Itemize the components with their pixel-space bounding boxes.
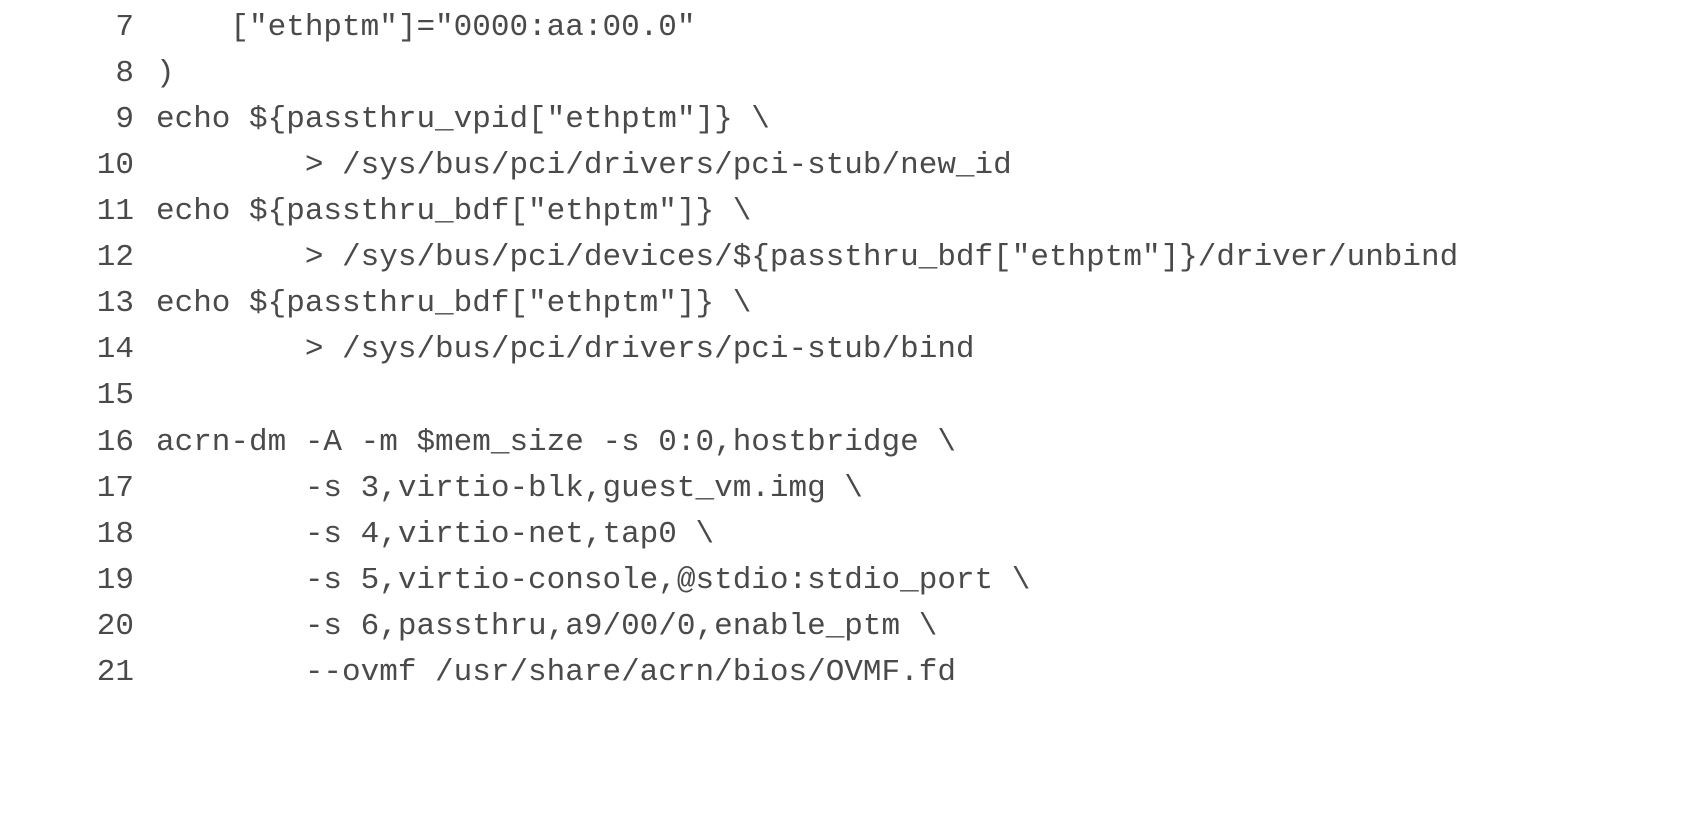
code-line: 13 echo ${passthru_bdf["ethptm"]} \ [0,281,1705,327]
line-code: -s 6,passthru,a9/00/0,enable_ptm \ [156,609,938,644]
code-line: 12 > /sys/bus/pci/devices/${passthru_bdf… [0,235,1705,281]
line-number: 11 [96,194,134,229]
line-number: 20 [96,609,134,644]
code-line: 15 [0,373,1705,419]
line-code: > /sys/bus/pci/drivers/pci-stub/new_id [156,148,1012,183]
line-number: 16 [96,425,134,460]
line-code: echo ${passthru_bdf["ethptm"]} \ [156,286,752,321]
line-number: 12 [96,240,134,275]
code-line: 14 > /sys/bus/pci/drivers/pci-stub/bind [0,327,1705,373]
line-number: 9 [115,102,134,137]
code-listing: 7 ["ethptm"]="0000:aa:00.0" 8 ) 9 echo $… [0,0,1705,699]
line-code: --ovmf /usr/share/acrn/bios/OVMF.fd [156,655,956,690]
code-line: 18 -s 4,virtio-net,tap0 \ [0,512,1705,558]
code-line: 16 acrn-dm -A -m $mem_size -s 0:0,hostbr… [0,420,1705,466]
line-code: acrn-dm -A -m $mem_size -s 0:0,hostbridg… [156,425,956,460]
code-line: 7 ["ethptm"]="0000:aa:00.0" [0,5,1705,51]
line-number: 14 [96,332,134,367]
line-code: ["ethptm"]="0000:aa:00.0" [156,10,696,45]
code-line: 17 -s 3,virtio-blk,guest_vm.img \ [0,466,1705,512]
line-number: 10 [96,148,134,183]
code-line: 19 -s 5,virtio-console,@stdio:stdio_port… [0,558,1705,604]
line-code: -s 3,virtio-blk,guest_vm.img \ [156,471,863,506]
line-code: -s 4,virtio-net,tap0 \ [156,517,715,552]
line-number: 15 [96,378,134,413]
line-code: echo ${passthru_bdf["ethptm"]} \ [156,194,752,229]
code-line: 21 --ovmf /usr/share/acrn/bios/OVMF.fd [0,650,1705,696]
line-code: -s 5,virtio-console,@stdio:stdio_port \ [156,563,1031,598]
line-number: 8 [115,56,134,91]
line-code: > /sys/bus/pci/devices/${passthru_bdf["e… [156,240,1459,275]
code-line: 11 echo ${passthru_bdf["ethptm"]} \ [0,189,1705,235]
line-number: 18 [96,517,134,552]
line-code: > /sys/bus/pci/drivers/pci-stub/bind [156,332,975,367]
code-line: 9 echo ${passthru_vpid["ethptm"]} \ [0,97,1705,143]
line-number: 21 [96,655,134,690]
code-line: 8 ) [0,51,1705,97]
line-number: 7 [115,10,134,45]
code-line: 10 > /sys/bus/pci/drivers/pci-stub/new_i… [0,143,1705,189]
line-number: 19 [96,563,134,598]
code-line: 20 -s 6,passthru,a9/00/0,enable_ptm \ [0,604,1705,650]
line-number: 17 [96,471,134,506]
line-number: 13 [96,286,134,321]
line-code: ) [156,56,175,91]
line-code: echo ${passthru_vpid["ethptm"]} \ [156,102,770,137]
